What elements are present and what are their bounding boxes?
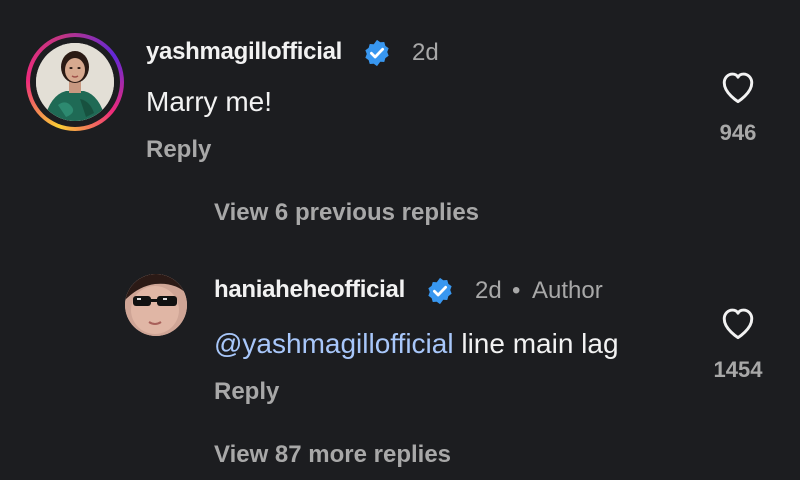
heart-outline-icon[interactable] <box>716 64 760 108</box>
profile-photo <box>36 43 114 121</box>
profile-photo <box>125 274 187 336</box>
comment-timestamp: 2d <box>412 39 439 66</box>
reply-button[interactable]: Reply <box>214 378 279 406</box>
author-label: Author <box>532 277 603 304</box>
comment-username[interactable]: yashmagillofficial <box>146 38 342 66</box>
verified-badge-icon <box>428 277 452 305</box>
reply-username[interactable]: haniaheheofficial <box>214 276 405 304</box>
view-previous-replies-button[interactable]: View 6 previous replies <box>214 199 479 227</box>
like-count: 1454 <box>713 357 763 382</box>
avatar-yashmagillofficial[interactable] <box>36 43 114 121</box>
comment-text: Marry me! <box>146 86 272 117</box>
avatar-haniaheheofficial[interactable] <box>125 274 187 336</box>
verified-badge-icon <box>365 39 389 67</box>
view-more-replies-button[interactable]: View 87 more replies <box>214 441 451 469</box>
reply-text-body: line main lag <box>453 328 619 359</box>
heart-outline-icon[interactable] <box>716 300 760 344</box>
like-count: 946 <box>719 120 757 145</box>
reply-timestamp: 2d <box>475 277 502 304</box>
reply-button[interactable]: Reply <box>146 136 211 164</box>
mention-link[interactable]: @yashmagillofficial <box>214 328 454 359</box>
meta-separator: • <box>512 277 521 304</box>
reply-text: @yashmagillofficial line main lag <box>214 328 619 360</box>
